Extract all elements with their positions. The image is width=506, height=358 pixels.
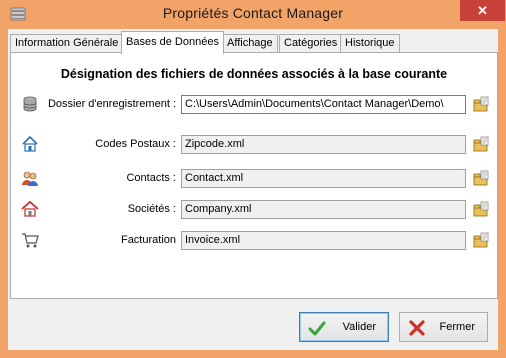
zipcode-file-field: Zipcode.xml xyxy=(181,135,466,154)
browse-companies-icon[interactable] xyxy=(473,201,490,218)
panel-heading: Désignation des fichiers de données asso… xyxy=(60,67,448,81)
close-icon: ✕ xyxy=(477,3,488,18)
companies-file-field: Company.xml xyxy=(181,200,466,219)
dialog-client: Information Générale Bases de Données Af… xyxy=(8,29,498,350)
validate-button-label: Valider xyxy=(342,321,376,333)
companies-label: Sociétés : xyxy=(127,203,176,215)
validate-button[interactable]: Valider xyxy=(299,312,389,342)
contacts-label: Contacts : xyxy=(126,172,176,184)
tab-categories[interactable]: Catégories xyxy=(279,34,343,53)
invoicing-file-field: Invoice.xml xyxy=(181,231,466,250)
window-title: Propriétés Contact Manager xyxy=(162,5,344,21)
close-dialog-button[interactable]: Fermer xyxy=(399,312,488,342)
checkmark-icon xyxy=(308,321,326,336)
tab-panel: Désignation des fichiers de données asso… xyxy=(10,52,498,299)
tab-information-generale[interactable]: Information Générale xyxy=(10,34,124,53)
contacts-file-field: Contact.xml xyxy=(181,169,466,188)
title-bar[interactable]: Propriétés Contact Manager ✕ xyxy=(0,0,506,29)
tab-affichage[interactable]: Affichage xyxy=(222,34,278,53)
folder-label: Dossier d'enregistrement : xyxy=(47,98,176,110)
folder-path-field[interactable]: C:\Users\Admin\Documents\Contact Manager… xyxy=(181,95,466,114)
zipcode-label: Codes Postaux : xyxy=(95,138,176,150)
browse-contacts-icon[interactable] xyxy=(473,170,490,187)
close-dialog-button-label: Fermer xyxy=(439,321,475,333)
browse-folder-icon[interactable] xyxy=(473,96,490,113)
button-bar: Valider Fermer xyxy=(8,302,498,350)
tab-bases-de-donnees[interactable]: Bases de Données xyxy=(121,31,224,54)
invoicing-label: Facturation xyxy=(120,234,176,246)
tab-historique[interactable]: Historique xyxy=(340,34,400,53)
close-button[interactable]: ✕ xyxy=(460,0,505,21)
browse-invoicing-icon[interactable] xyxy=(473,232,490,249)
tab-bar: Information Générale Bases de Données Af… xyxy=(8,31,498,54)
cross-icon xyxy=(409,320,425,336)
window: Propriétés Contact Manager ✕ Information… xyxy=(0,0,506,358)
browse-zipcode-icon[interactable] xyxy=(473,136,490,153)
